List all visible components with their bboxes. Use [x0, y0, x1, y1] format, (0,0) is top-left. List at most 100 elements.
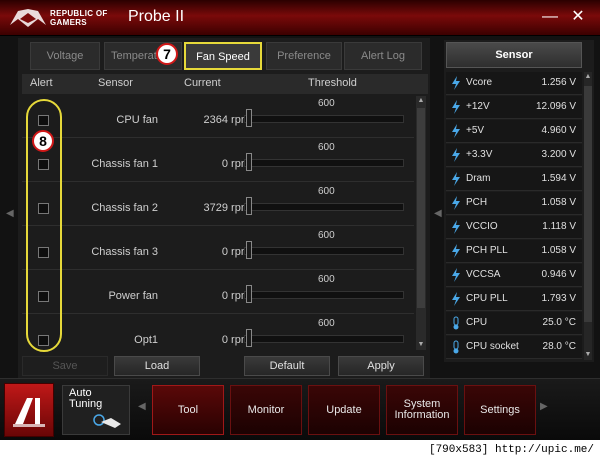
- threshold-slider-track[interactable]: [244, 247, 404, 255]
- close-button[interactable]: ✕: [566, 6, 590, 28]
- sensor-value: 3.200 V: [541, 149, 576, 160]
- fan-sensor-name: Opt1: [134, 334, 158, 346]
- threshold-slider-handle[interactable]: [246, 197, 252, 215]
- tab-preference[interactable]: Preference: [266, 42, 342, 70]
- nav-monitor[interactable]: Monitor: [230, 385, 302, 435]
- sensor-value: 1.793 V: [541, 293, 576, 304]
- sensor-value: 28.0 °C: [542, 341, 576, 352]
- sensor-name: +12V: [466, 101, 490, 112]
- voltage-icon: [452, 148, 460, 162]
- voltage-icon: [452, 196, 460, 210]
- fan-list: CPU fan 2364 rpm 600 Chassis fan 1 0 rpm…: [22, 94, 414, 350]
- brand-line-2: GAMERS: [50, 18, 87, 27]
- sensor-row: +3.3V 3.200 V: [446, 144, 582, 167]
- nav-system-information[interactable]: System Information: [386, 385, 458, 435]
- panel-toggle-arrow-icon[interactable]: ◀: [434, 208, 442, 219]
- sensor-row: VCCSA 0.946 V: [446, 264, 582, 287]
- threshold-slider-handle[interactable]: [246, 285, 252, 303]
- bottom-nav-bar: Auto Tuning ◀ Tool Monitor Update System…: [0, 378, 600, 440]
- thermometer-icon: [453, 316, 459, 330]
- sensor-scroll-thumb[interactable]: [584, 86, 592, 322]
- nav-right-arrow-icon[interactable]: ▶: [540, 401, 548, 412]
- threshold-slider-track[interactable]: [244, 335, 404, 343]
- title-bar: REPUBLIC OF GAMERS Probe II — ✕: [0, 0, 600, 36]
- sensor-value: 1.256 V: [541, 77, 576, 88]
- threshold-slider-handle[interactable]: [246, 241, 252, 259]
- auto-tuning-button[interactable]: Auto Tuning: [62, 385, 130, 435]
- fan-list-scrollbar[interactable]: ▲ ▼: [416, 96, 426, 350]
- tab-fan-speed[interactable]: Fan Speed: [184, 42, 262, 70]
- fan-row: Chassis fan 3 0 rpm 600: [22, 226, 414, 270]
- sensor-row: PCH PLL 1.058 V: [446, 240, 582, 263]
- fan-sensor-name: Power fan: [108, 290, 158, 302]
- ai-suite-logo-icon[interactable]: [4, 383, 54, 437]
- sensor-name: VCCSA: [466, 269, 501, 280]
- scroll-thumb[interactable]: [417, 108, 425, 308]
- sensor-scrollbar[interactable]: ▲ ▼: [584, 72, 592, 360]
- fan-threshold-value: 600: [318, 274, 335, 285]
- sensor-row: +12V 12.096 V: [446, 96, 582, 119]
- sensor-name: VCCIO: [466, 221, 498, 232]
- fan-sensor-name: Chassis fan 2: [91, 202, 158, 214]
- sensor-name: Vcore: [466, 77, 493, 88]
- sensor-name: +5V: [466, 125, 485, 136]
- sensor-value: 0.946 V: [541, 269, 576, 280]
- sensor-row: CPU 25.0 °C: [446, 312, 582, 335]
- voltage-icon: [452, 124, 460, 138]
- nav-left-arrow-icon[interactable]: ◀: [138, 401, 146, 412]
- sensor-value: 1.594 V: [541, 173, 576, 184]
- nav-update[interactable]: Update: [308, 385, 380, 435]
- tab-alert-log[interactable]: Alert Log: [344, 42, 422, 70]
- app-title: Probe II: [128, 8, 185, 25]
- sensor-name: Dram: [466, 173, 491, 184]
- thermometer-icon: [453, 340, 459, 354]
- sensor-row: +5V 4.960 V: [446, 120, 582, 143]
- tab-voltage[interactable]: Voltage: [30, 42, 100, 70]
- apply-button[interactable]: Apply: [338, 356, 424, 376]
- threshold-slider-track[interactable]: [244, 203, 404, 211]
- minimize-button[interactable]: —: [538, 6, 562, 28]
- threshold-slider-handle[interactable]: [246, 109, 252, 127]
- left-nav-arrow-icon[interactable]: ◀: [6, 208, 14, 219]
- load-button[interactable]: Load: [114, 356, 200, 376]
- probe-ii-window: REPUBLIC OF GAMERS Probe II — ✕ ◀ ◀ Volt…: [0, 0, 600, 461]
- sensor-value: 12.096 V: [535, 101, 576, 112]
- sensor-name: CPU PLL: [466, 293, 508, 304]
- default-button[interactable]: Default: [244, 356, 330, 376]
- sensor-name: +3.3V: [466, 149, 493, 160]
- col-threshold: Threshold: [308, 77, 357, 89]
- pointing-hand-icon: [93, 414, 121, 428]
- threshold-slider-handle[interactable]: [246, 329, 252, 347]
- fan-row: Chassis fan 1 0 rpm 600: [22, 138, 414, 182]
- nav-tool[interactable]: Tool: [152, 385, 224, 435]
- threshold-slider-track[interactable]: [244, 159, 404, 167]
- auto-tuning-label-2: Tuning: [69, 398, 103, 410]
- sensor-row: CPU socket 28.0 °C: [446, 336, 582, 359]
- col-sensor: Sensor: [98, 77, 133, 89]
- threshold-slider-handle[interactable]: [246, 153, 252, 171]
- fan-threshold-value: 600: [318, 98, 335, 109]
- threshold-slider-track[interactable]: [244, 115, 404, 123]
- threshold-slider-track[interactable]: [244, 291, 404, 299]
- sensor-scroll-up-icon[interactable]: ▲: [584, 72, 592, 82]
- voltage-icon: [452, 268, 460, 282]
- sensor-row: VCCIO 1.118 V: [446, 216, 582, 239]
- sensor-name: PCH PLL: [466, 245, 508, 256]
- sensor-name: PCH: [466, 197, 488, 208]
- fan-threshold-value: 600: [318, 186, 335, 197]
- sensor-row: Vcore 1.256 V: [446, 72, 582, 95]
- save-button[interactable]: Save: [22, 356, 108, 376]
- fan-sensor-name: Chassis fan 1: [91, 158, 158, 170]
- scroll-up-icon[interactable]: ▲: [417, 96, 425, 106]
- rog-logo-icon: [10, 9, 46, 27]
- image-watermark: [790x583] http://upic.me/: [0, 440, 600, 461]
- sensor-panel: Sensor Vcore 1.256 V +12V 12.096 V +5V 4.960 …: [444, 40, 594, 362]
- sensor-scroll-down-icon[interactable]: ▼: [584, 350, 592, 360]
- fan-row: Opt1 0 rpm 600: [22, 314, 414, 350]
- nav-settings[interactable]: Settings: [464, 385, 536, 435]
- fan-threshold-value: 600: [318, 230, 335, 241]
- brand-line-1: REPUBLIC OF: [50, 9, 108, 18]
- col-current: Current: [184, 77, 221, 89]
- action-button-row: Save Load Default Apply: [18, 356, 430, 378]
- scroll-down-icon[interactable]: ▼: [417, 340, 425, 350]
